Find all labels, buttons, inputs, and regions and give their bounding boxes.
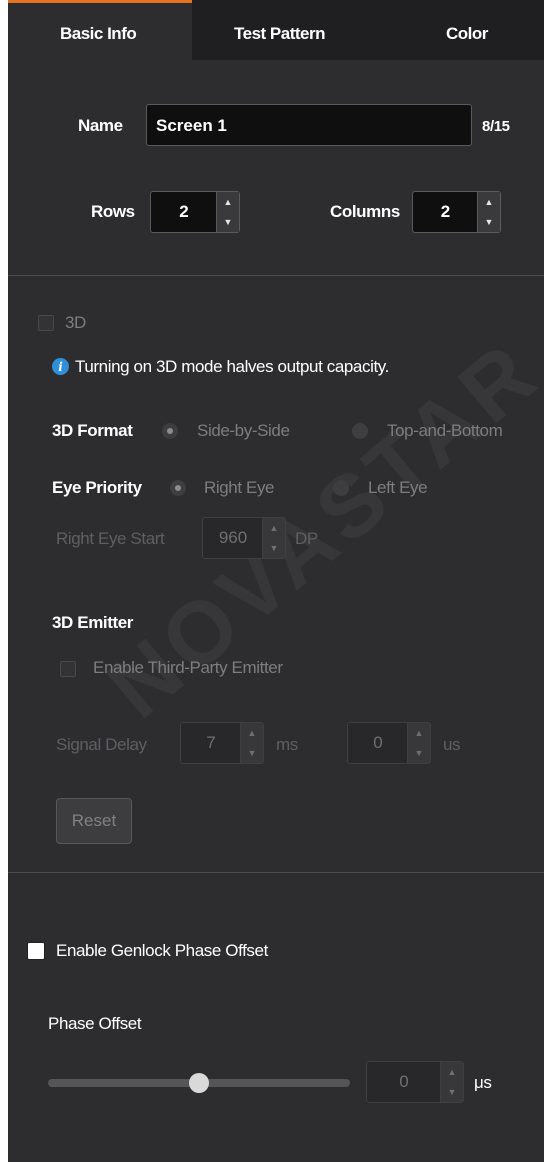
increment-icon[interactable]: ▲ (478, 192, 500, 212)
screen-settings-panel: NOVASTAR Basic Info Test Pattern Color N… (8, 0, 544, 1162)
rows-label: Rows (91, 202, 135, 221)
decrement-icon[interactable]: ▼ (408, 743, 430, 763)
reset-button[interactable]: Reset (56, 798, 132, 844)
3d-emitter-title: 3D Emitter (52, 613, 134, 632)
columns-label: Columns (330, 202, 400, 221)
right-eye-start-stepper[interactable]: 960 ▲ ▼ (202, 517, 286, 559)
tab-label: Basic Info (60, 24, 137, 43)
side-by-side-label: Side-by-Side (197, 421, 290, 440)
3d-format-label: 3D Format (52, 421, 133, 440)
increment-icon[interactable]: ▲ (263, 518, 285, 538)
enable-third-party-emitter-checkbox[interactable] (60, 661, 76, 677)
signal-delay-us-stepper-arrows: ▲ ▼ (407, 723, 430, 763)
right-eye-start-stepper-arrows: ▲ ▼ (262, 518, 285, 558)
columns-stepper[interactable]: 2 ▲ ▼ (412, 191, 501, 233)
rows-stepper[interactable]: 2 ▲ ▼ (150, 191, 240, 233)
signal-delay-ms-stepper-arrows: ▲ ▼ (240, 723, 263, 763)
signal-delay-ms-stepper[interactable]: 7 ▲ ▼ (180, 722, 264, 764)
increment-icon[interactable]: ▲ (241, 723, 263, 743)
tab-label: Test Pattern (234, 24, 326, 43)
radio-left-eye[interactable] (333, 480, 349, 496)
decrement-icon[interactable]: ▼ (217, 212, 239, 232)
name-input-value: Screen 1 (156, 116, 227, 135)
section-divider (8, 872, 544, 873)
enable-genlock-phase-offset-checkbox[interactable] (27, 942, 45, 960)
radio-side-by-side[interactable] (162, 423, 178, 439)
enable-genlock-phase-offset-label: Enable Genlock Phase Offset (56, 941, 268, 960)
rows-value: 2 (179, 202, 189, 221)
left-eye-label: Left Eye (368, 478, 428, 497)
reset-button-label: Reset (71, 811, 117, 830)
name-input[interactable]: Screen 1 (146, 104, 472, 146)
signal-delay-ms-value: 7 (206, 733, 216, 752)
tab-test-pattern[interactable]: Test Pattern (192, 0, 372, 60)
columns-stepper-arrows: ▲ ▼ (477, 192, 500, 232)
phase-offset-stepper-arrows: ▲ ▼ (440, 1062, 463, 1102)
increment-icon[interactable]: ▲ (408, 723, 430, 743)
increment-icon[interactable]: ▲ (217, 192, 239, 212)
enable-third-party-emitter-label: Enable Third-Party Emitter (93, 658, 283, 677)
signal-delay-label: Signal Delay (56, 735, 147, 754)
tab-label: Color (446, 24, 488, 43)
phase-offset-slider-thumb[interactable] (189, 1073, 209, 1093)
top-and-bottom-label: Top-and-Bottom (387, 421, 503, 440)
decrement-icon[interactable]: ▼ (241, 743, 263, 763)
ms-unit: ms (276, 735, 298, 754)
radio-right-eye[interactable] (170, 480, 186, 496)
3d-info-text: Turning on 3D mode halves output capacit… (75, 357, 389, 376)
3d-label: 3D (65, 313, 86, 332)
decrement-icon[interactable]: ▼ (263, 538, 285, 558)
right-eye-start-value: 960 (218, 528, 248, 547)
tab-bar: Basic Info Test Pattern Color (8, 0, 544, 60)
phase-offset-unit: μs (474, 1073, 492, 1092)
columns-value: 2 (440, 202, 451, 221)
us-unit: us (443, 735, 461, 754)
radio-top-and-bottom[interactable] (352, 423, 368, 439)
increment-icon[interactable]: ▲ (441, 1062, 463, 1082)
signal-delay-us-stepper[interactable]: 0 ▲ ▼ (347, 722, 431, 764)
3d-checkbox[interactable] (38, 315, 54, 331)
name-label: Name (78, 116, 123, 135)
phase-offset-label: Phase Offset (48, 1014, 142, 1033)
rows-stepper-arrows: ▲ ▼ (216, 192, 239, 232)
info-icon: i (52, 358, 69, 375)
right-eye-start-label: Right Eye Start (56, 529, 165, 548)
right-eye-start-unit: DP (295, 529, 318, 548)
eye-priority-label: Eye Priority (52, 478, 142, 497)
right-eye-label: Right Eye (204, 478, 275, 497)
signal-delay-us-value: 0 (373, 733, 383, 752)
decrement-icon[interactable]: ▼ (441, 1082, 463, 1102)
section-divider (8, 275, 544, 276)
decrement-icon[interactable]: ▼ (478, 212, 500, 232)
name-char-count: 8/15 (482, 118, 510, 135)
phase-offset-value: 0 (399, 1072, 409, 1091)
tab-color[interactable]: Color (372, 0, 544, 60)
phase-offset-stepper[interactable]: 0 ▲ ▼ (366, 1061, 464, 1103)
tab-basic-info[interactable]: Basic Info (8, 0, 192, 60)
